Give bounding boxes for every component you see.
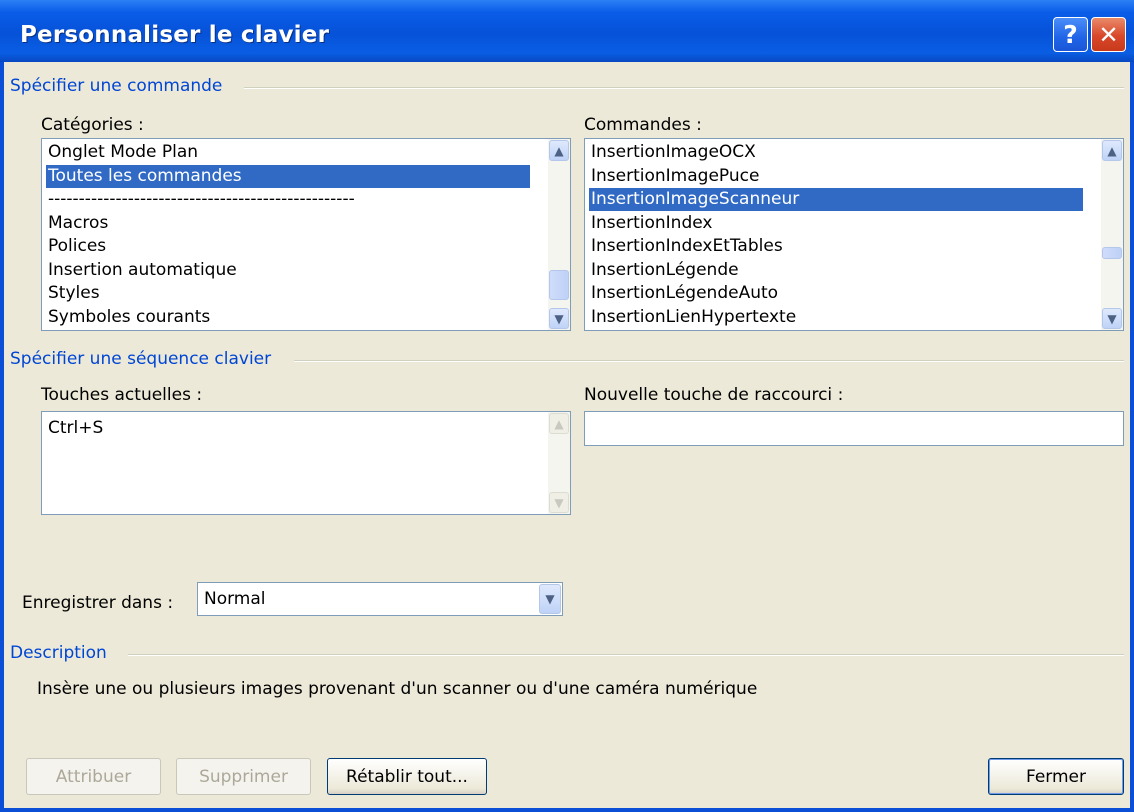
list-item[interactable]: Toutes les commandes: [46, 164, 530, 188]
dialog-body: Spécifier une commande Catégories : Symb…: [4, 62, 1130, 808]
save-in-dropdown[interactable]: Normal ▼: [197, 582, 563, 616]
close-icon: ✕: [1098, 20, 1119, 49]
commands-label: Commandes :: [584, 115, 702, 135]
list-item[interactable]: Insertion automatique: [46, 259, 530, 282]
current-keys-scrollbar: ▲ ▼: [548, 412, 570, 514]
chevron-down-icon: ▼: [554, 495, 564, 510]
group-divider: [244, 87, 1124, 89]
commands-listbox[interactable]: InsertionLienHypertexte InsertionLégendeA…: [584, 138, 1124, 331]
chevron-down-icon: ▼: [554, 311, 564, 326]
scroll-down-button: ▼: [549, 492, 569, 513]
dialog-title: Personnaliser le clavier: [20, 22, 330, 48]
help-icon: ?: [1063, 20, 1078, 49]
list-item[interactable]: Macros: [46, 212, 530, 235]
list-item[interactable]: InsertionImagePuce: [589, 165, 1083, 188]
list-item[interactable]: ----------------------------------------…: [46, 188, 530, 211]
list-item[interactable]: Symboles courants: [46, 306, 530, 329]
group-divider: [128, 654, 1124, 656]
list-item[interactable]: Styles: [46, 282, 530, 305]
close-button[interactable]: Fermer: [988, 758, 1124, 795]
group-divider: [294, 360, 1124, 362]
list-item[interactable]: Polices: [46, 235, 530, 258]
list-item[interactable]: InsertionLégende: [589, 259, 1083, 282]
group-header-description: Description: [10, 643, 107, 663]
description-text: Insère une ou plusieurs images provenant…: [37, 679, 758, 699]
dialog-window: Personnaliser le clavier ? ✕ Spécifier u…: [0, 0, 1134, 812]
new-shortcut-input[interactable]: [584, 411, 1124, 446]
group-header-keys: Spécifier une séquence clavier: [10, 349, 272, 369]
help-button[interactable]: ?: [1053, 17, 1088, 52]
chevron-up-icon: ▲: [554, 143, 564, 158]
list-item[interactable]: InsertionIndexEtTables: [589, 235, 1083, 258]
scroll-thumb[interactable]: [1102, 247, 1122, 259]
categories-scrollbar[interactable]: ▲ ▼: [548, 139, 570, 330]
chevron-up-icon: ▲: [1107, 143, 1117, 158]
list-item[interactable]: InsertionIndex: [589, 212, 1083, 235]
list-item[interactable]: InsertionLégendeAuto: [589, 282, 1083, 305]
remove-button: Supprimer: [176, 758, 311, 795]
reset-all-button[interactable]: Rétablir tout...: [327, 758, 487, 795]
categories-label: Catégories :: [41, 115, 144, 135]
list-item[interactable]: InsertionImageScanneur: [589, 188, 1083, 211]
scroll-thumb[interactable]: [549, 270, 569, 300]
scroll-up-button[interactable]: ▲: [1102, 140, 1122, 161]
list-item[interactable]: Onglet Mode Plan: [46, 141, 530, 164]
new-shortcut-label: Nouvelle touche de raccourci :: [584, 385, 844, 405]
scroll-up-button: ▲: [549, 413, 569, 434]
list-item[interactable]: InsertionImageOCX: [589, 141, 1083, 164]
chevron-down-icon: ▼: [1107, 311, 1117, 326]
current-keys-listbox[interactable]: Ctrl+S ▲ ▼: [41, 411, 571, 515]
group-header-command: Spécifier une commande: [10, 76, 223, 96]
title-bar[interactable]: Personnaliser le clavier ? ✕: [0, 0, 1134, 62]
close-window-button[interactable]: ✕: [1091, 17, 1126, 52]
save-in-label: Enregistrer dans :: [22, 593, 174, 613]
current-keys-label: Touches actuelles :: [41, 385, 203, 405]
chevron-down-icon: ▼: [545, 592, 555, 606]
save-in-value: Normal: [204, 589, 266, 609]
list-item[interactable]: InsertionLienHypertexte: [589, 306, 1083, 329]
dropdown-button[interactable]: ▼: [539, 584, 561, 614]
chevron-up-icon: ▲: [554, 416, 564, 431]
scroll-up-button[interactable]: ▲: [549, 140, 569, 161]
categories-listbox[interactable]: Symboles courants Styles Insertion automat…: [41, 138, 571, 331]
scroll-down-button[interactable]: ▼: [549, 308, 569, 329]
list-item[interactable]: Ctrl+S: [46, 417, 530, 440]
scroll-down-button[interactable]: ▼: [1102, 308, 1122, 329]
assign-button: Attribuer: [26, 758, 161, 795]
commands-scrollbar[interactable]: ▲ ▼: [1101, 139, 1123, 330]
